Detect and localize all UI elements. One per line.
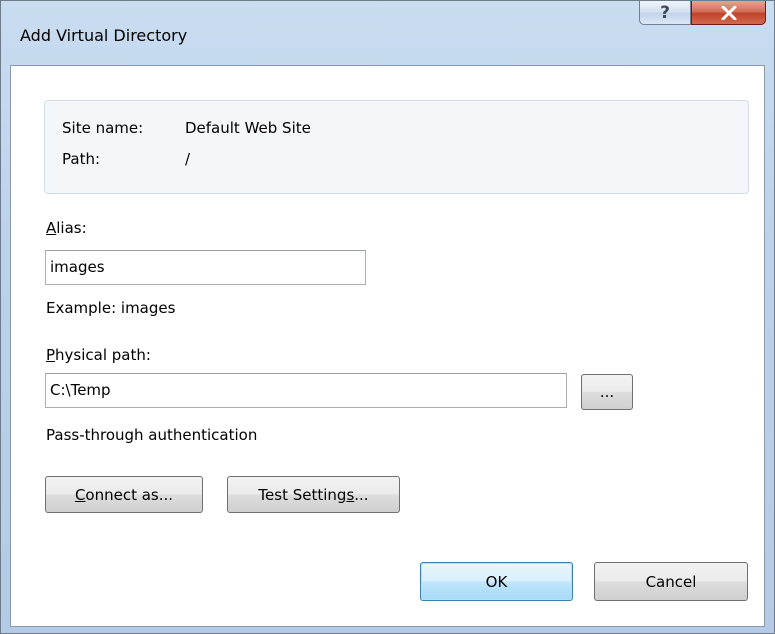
alias-label-mnemonic: A (46, 219, 57, 237)
dialog-title: Add Virtual Directory (20, 26, 188, 45)
physical-path-input[interactable]: C:\Temp (45, 373, 567, 408)
close-icon (721, 5, 736, 20)
site-info-panel: Site name: Default Web Site Path: / (44, 100, 749, 194)
help-icon: ? (660, 2, 670, 23)
close-button[interactable] (691, 1, 766, 25)
test-settings-button[interactable]: Test Setting s... (227, 476, 400, 513)
physical-path-label: Physical path: (46, 346, 151, 364)
alias-input[interactable]: images (45, 250, 366, 285)
test-settings-label-pre: Test Setting (258, 485, 347, 504)
pass-through-auth-label: Pass-through authentication (46, 426, 258, 444)
physical-path-label-mnemonic: P (46, 346, 56, 364)
title-bar[interactable]: Add Virtual Directory ? (1, 1, 774, 65)
dialog-window: Add Virtual Directory ? Site name: Defau… (0, 0, 775, 634)
alias-label-text: lias: (56, 219, 87, 237)
test-settings-mnemonic: s (346, 485, 355, 504)
alias-label: Alias: (46, 219, 87, 237)
help-button[interactable]: ? (639, 1, 691, 25)
connect-as-label: onnect as... (85, 485, 174, 504)
cancel-button[interactable]: Cancel (594, 562, 748, 601)
browse-button[interactable]: ... (581, 374, 633, 410)
connect-as-button[interactable]: Connect as... (45, 476, 203, 513)
test-settings-label-post: ... (354, 485, 369, 504)
alias-example: Example: images (46, 299, 176, 317)
site-name-value: Default Web Site (185, 119, 311, 137)
path-label: Path: (62, 150, 101, 168)
ok-button[interactable]: OK (420, 562, 573, 601)
dialog-client-area: Site name: Default Web Site Path: / Alia… (10, 65, 765, 627)
connect-as-mnemonic: C (74, 485, 86, 504)
path-value: / (185, 150, 191, 168)
site-name-label: Site name: (62, 119, 144, 137)
physical-path-label-text: hysical path: (55, 346, 151, 364)
